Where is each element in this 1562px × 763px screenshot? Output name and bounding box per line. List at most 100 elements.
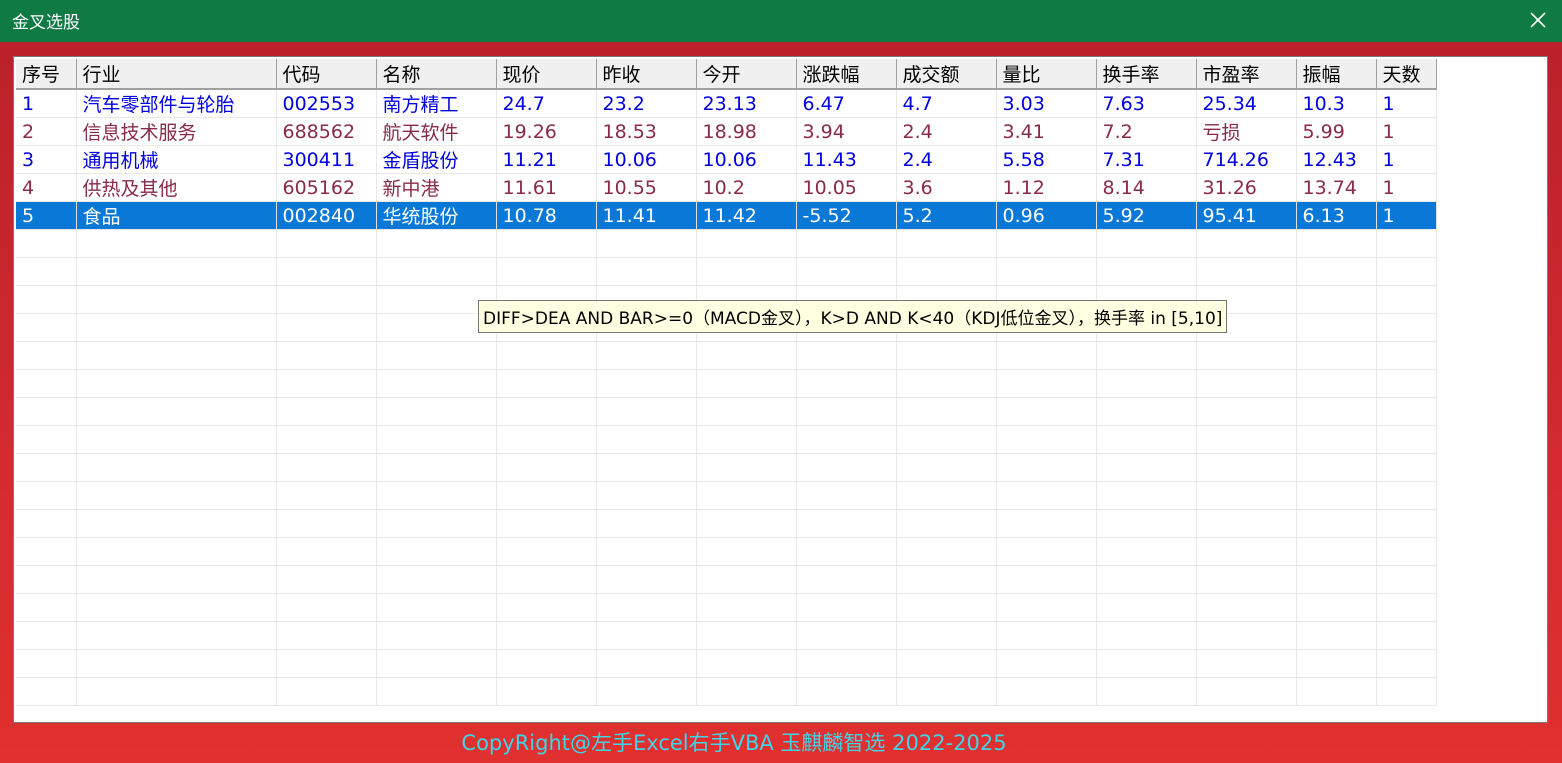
table-cell[interactable]: 2.4 [896, 145, 997, 174]
table-cell[interactable]: 5.2 [896, 201, 997, 230]
empty-cell [1296, 565, 1377, 594]
table-row[interactable]: 3 通用机械 300411 金盾股份 11.21 10.06 10.06 11.43 2.4 5.… [16, 145, 1437, 174]
empty-cell [1096, 481, 1197, 510]
table-cell[interactable]: 2 [16, 117, 77, 146]
table-cell[interactable]: 信息技术服务 [76, 117, 277, 146]
empty-cell [1376, 425, 1437, 454]
column-header[interactable]: 振幅 [1296, 59, 1377, 90]
table-cell[interactable]: 5.58 [996, 145, 1097, 174]
table-cell[interactable]: 13.74 [1296, 173, 1377, 202]
table-cell[interactable]: -5.52 [796, 201, 897, 230]
table-cell[interactable]: 10.05 [796, 173, 897, 202]
table-cell[interactable]: 23.13 [696, 89, 797, 118]
empty-cell [16, 593, 77, 622]
table-cell[interactable]: 95.41 [1196, 201, 1297, 230]
table-cell[interactable]: 4 [16, 173, 77, 202]
table-cell[interactable]: 金盾股份 [376, 145, 497, 174]
table-cell[interactable]: 11.21 [496, 145, 597, 174]
table-cell[interactable]: 5.99 [1296, 117, 1377, 146]
table-cell[interactable]: 11.41 [596, 201, 697, 230]
column-header[interactable]: 名称 [376, 59, 497, 90]
table-cell[interactable]: 23.2 [596, 89, 697, 118]
table-cell[interactable]: 3.41 [996, 117, 1097, 146]
table-cell[interactable]: 688562 [276, 117, 377, 146]
column-header[interactable]: 序号 [16, 59, 77, 90]
column-header[interactable]: 成交额 [896, 59, 997, 90]
table-cell[interactable]: 25.34 [1196, 89, 1297, 118]
table-cell[interactable]: 18.53 [596, 117, 697, 146]
table-cell[interactable]: 通用机械 [76, 145, 277, 174]
column-header[interactable]: 今开 [696, 59, 797, 90]
table-cell[interactable]: 24.7 [496, 89, 597, 118]
table-cell[interactable]: 10.2 [696, 173, 797, 202]
table-cell[interactable]: 10.55 [596, 173, 697, 202]
table-cell[interactable]: 3 [16, 145, 77, 174]
table-cell[interactable]: 新中港 [376, 173, 497, 202]
table-cell[interactable]: 1 [1376, 173, 1437, 202]
table-cell[interactable]: 11.61 [496, 173, 597, 202]
table-cell[interactable]: 31.26 [1196, 173, 1297, 202]
column-header[interactable]: 涨跌幅 [796, 59, 897, 90]
table-cell[interactable]: 10.78 [496, 201, 597, 230]
table-cell[interactable]: 7.2 [1096, 117, 1197, 146]
table-row[interactable]: 5 食品 002840 华统股份 10.78 11.41 11.42 -5.52 5.2 0.96… [16, 201, 1437, 230]
table-cell[interactable]: 3.94 [796, 117, 897, 146]
table-cell[interactable]: 714.26 [1196, 145, 1297, 174]
table-cell[interactable]: 11.42 [696, 201, 797, 230]
table-cell[interactable]: 6.47 [796, 89, 897, 118]
empty-cell [996, 341, 1097, 370]
column-header[interactable]: 换手率 [1096, 59, 1197, 90]
column-header[interactable]: 天数 [1376, 59, 1437, 90]
table-cell[interactable]: 食品 [76, 201, 277, 230]
column-header[interactable]: 行业 [76, 59, 277, 90]
table-cell[interactable]: 5 [16, 201, 77, 230]
table-cell[interactable]: 10.06 [596, 145, 697, 174]
empty-cell [896, 593, 997, 622]
table-row[interactable]: 4 供热及其他 605162 新中港 11.61 10.55 10.2 10.05 3.6 1.1… [16, 173, 1437, 202]
table-cell[interactable]: 华统股份 [376, 201, 497, 230]
close-button[interactable] [1514, 0, 1562, 40]
column-header[interactable]: 量比 [996, 59, 1097, 90]
column-header[interactable]: 代码 [276, 59, 377, 90]
column-header[interactable]: 现价 [496, 59, 597, 90]
table-cell[interactable]: 19.26 [496, 117, 597, 146]
table-cell[interactable]: 10.3 [1296, 89, 1377, 118]
empty-cell [1196, 509, 1297, 538]
table-cell[interactable]: 汽车零部件与轮胎 [76, 89, 277, 118]
table-cell[interactable]: 5.92 [1096, 201, 1197, 230]
table-row[interactable]: 1 汽车零部件与轮胎 002553 南方精工 24.7 23.2 23.13 6.47 4.7 3… [16, 89, 1437, 118]
table-cell[interactable]: 18.98 [696, 117, 797, 146]
column-header[interactable]: 市盈率 [1196, 59, 1297, 90]
table-cell[interactable]: 7.31 [1096, 145, 1197, 174]
table-cell[interactable]: 1 [1376, 89, 1437, 118]
table-cell[interactable]: 1.12 [996, 173, 1097, 202]
table-cell[interactable]: 002553 [276, 89, 377, 118]
table-cell[interactable]: 3.6 [896, 173, 997, 202]
table-cell[interactable]: 0.96 [996, 201, 1097, 230]
table-cell[interactable]: 1 [1376, 117, 1437, 146]
table-cell[interactable]: 1 [1376, 145, 1437, 174]
table-cell[interactable]: 12.43 [1296, 145, 1377, 174]
column-header[interactable]: 昨收 [596, 59, 697, 90]
table-cell[interactable]: 供热及其他 [76, 173, 277, 202]
empty-cell [1296, 593, 1377, 622]
table-cell[interactable]: 6.13 [1296, 201, 1377, 230]
table-cell[interactable]: 航天软件 [376, 117, 497, 146]
table-cell[interactable]: 4.7 [896, 89, 997, 118]
table-cell[interactable]: 1 [1376, 201, 1437, 230]
table-cell[interactable]: 亏损 [1196, 117, 1297, 146]
table-cell[interactable]: 11.43 [796, 145, 897, 174]
table-cell[interactable]: 002840 [276, 201, 377, 230]
table-cell[interactable]: 7.63 [1096, 89, 1197, 118]
table-cell[interactable]: 300411 [276, 145, 377, 174]
table-cell[interactable]: 南方精工 [376, 89, 497, 118]
table-cell[interactable]: 2.4 [896, 117, 997, 146]
stock-list-grid[interactable]: 序号 行业 代码 名称 现价 昨收 今开 涨跌幅 成交额 量比 换手率 市盈率 振幅 天数 1 汽车零部件与… [13, 56, 1548, 723]
empty-cell [896, 509, 997, 538]
table-cell[interactable]: 3.03 [996, 89, 1097, 118]
table-cell[interactable]: 1 [16, 89, 77, 118]
table-row[interactable]: 2 信息技术服务 688562 航天软件 19.26 18.53 18.98 3.94 2.4 3… [16, 117, 1437, 146]
table-cell[interactable]: 10.06 [696, 145, 797, 174]
table-cell[interactable]: 8.14 [1096, 173, 1197, 202]
table-cell[interactable]: 605162 [276, 173, 377, 202]
